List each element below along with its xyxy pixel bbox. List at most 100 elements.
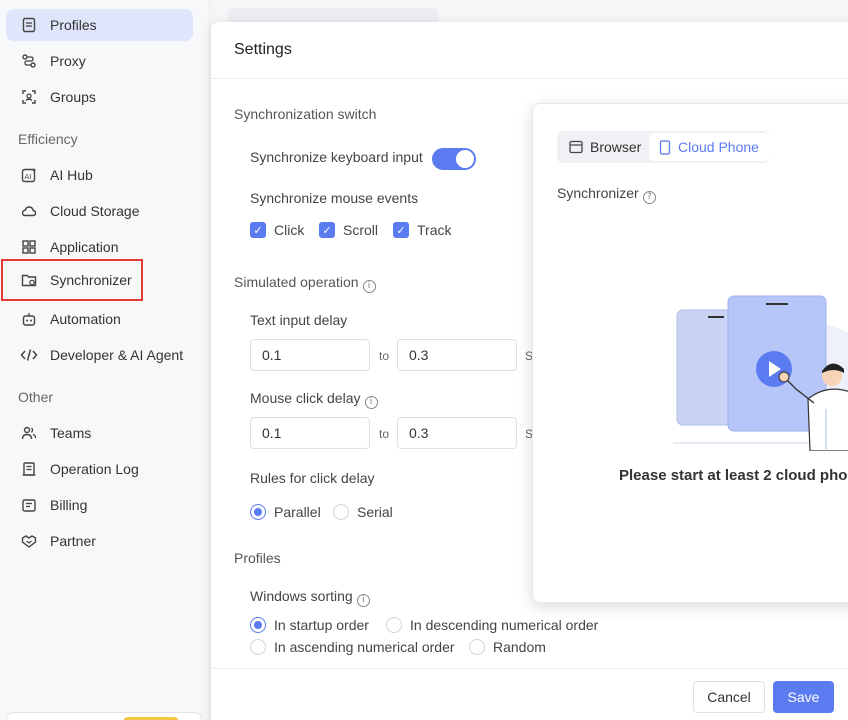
checkbox-label: Click [274, 222, 305, 238]
ai-icon: AI [20, 166, 38, 184]
section-label-other: Other [18, 389, 54, 405]
checkbox-label: Scroll [343, 222, 379, 238]
cloud-phone-illustration [673, 295, 848, 451]
sidebar-item-partner[interactable]: Partner [6, 525, 193, 557]
synchronizer-label: Synchronizer [557, 185, 639, 201]
sidebar-item-billing[interactable]: Billing [6, 489, 193, 521]
log-icon [20, 460, 38, 478]
profiles-title: Profiles [234, 550, 281, 566]
synchronizer-title: Synchronizer? [557, 185, 656, 204]
robot-icon [20, 310, 38, 328]
radio-label: In descending numerical order [410, 617, 599, 633]
radio-label: Serial [357, 504, 393, 520]
wallet-icon [20, 496, 38, 514]
sync-switch-title: Synchronization switch [234, 106, 377, 122]
click-checkbox[interactable]: ✓ Click [250, 222, 304, 238]
users-icon [20, 424, 38, 442]
text-delay-max-input[interactable]: 0.3 [397, 339, 517, 371]
sidebar-item-label: Groups [50, 89, 96, 105]
sidebar-item-label: Partner [50, 533, 96, 549]
sync-mouse-label: Synchronize mouse events [250, 190, 419, 206]
radio-dot [250, 617, 266, 633]
sidebar-item-label: Automation [50, 311, 121, 327]
sidebar-item-label: Operation Log [50, 461, 139, 477]
sort-descending-radio[interactable]: In descending numerical order [386, 617, 598, 633]
range-to-label: to [379, 427, 390, 441]
sidebar: Profiles Proxy Groups Efficiency AI AI H… [0, 0, 210, 720]
checkbox-label: Track [417, 222, 452, 238]
simulated-operation-title: Simulated operation i [234, 274, 376, 293]
windows-sorting-label: Windows sorting [250, 588, 353, 604]
checkmark-icon: ✓ [250, 222, 266, 238]
sort-startup-radio[interactable]: In startup order [250, 617, 369, 633]
sidebar-item-synchronizer[interactable]: Synchronizer [1, 259, 143, 301]
mouse-delay-min-input[interactable]: 0.1 [250, 417, 370, 449]
tab-label: Cloud Phone [678, 139, 759, 155]
sidebar-item-label: Developer & AI Agent [50, 347, 184, 363]
info-icon[interactable]: i [364, 395, 378, 409]
radio-label: In ascending numerical order [274, 639, 455, 655]
sidebar-item-proxy[interactable]: Proxy [6, 45, 193, 77]
simulated-operation-label: Simulated operation [234, 274, 359, 290]
sidebar-item-label: Synchronizer [50, 272, 132, 288]
browser-window-icon [569, 140, 583, 154]
tab-label: Browser [590, 139, 642, 155]
mouse-delay-label: Mouse click delay [250, 390, 361, 406]
windows-sorting-title: Windows sorting i [250, 588, 370, 607]
radio-dot [250, 504, 266, 520]
phone-icon [659, 139, 671, 155]
help-icon[interactable]: ? [642, 190, 656, 204]
cancel-button[interactable]: Cancel [693, 681, 765, 713]
tab-cloud-phone[interactable]: Cloud Phone [649, 133, 769, 161]
sync-keyboard-label: Synchronize keyboard input [250, 149, 423, 165]
sidebar-item-application[interactable]: Application [6, 231, 193, 263]
radio-label: Random [493, 639, 546, 655]
sort-random-radio[interactable]: Random [469, 639, 546, 655]
text-delay-label: Text input delay [250, 312, 348, 328]
preview-message: Please start at least 2 cloud pho [619, 467, 848, 484]
sidebar-item-label: Profiles [50, 17, 97, 33]
info-icon[interactable]: i [356, 593, 370, 607]
sync-keyboard-toggle[interactable] [432, 148, 476, 170]
sort-ascending-radio[interactable]: In ascending numerical order [250, 639, 455, 655]
sidebar-item-operation-log[interactable]: Operation Log [6, 453, 193, 485]
scroll-checkbox[interactable]: ✓ Scroll [319, 222, 378, 238]
parallel-radio[interactable]: Parallel [250, 504, 321, 520]
radio-label: Parallel [274, 504, 321, 520]
checkmark-icon: ✓ [393, 222, 409, 238]
sidebar-item-groups[interactable]: Groups [6, 81, 193, 113]
mouse-delay-max-input[interactable]: 0.3 [397, 417, 517, 449]
radio-dot [250, 639, 266, 655]
route-icon [20, 52, 38, 70]
sidebar-item-developer[interactable]: Developer & AI Agent [6, 339, 193, 371]
section-label-efficiency: Efficiency [18, 131, 78, 147]
text-delay-min-input[interactable]: 0.1 [250, 339, 370, 371]
handshake-icon [20, 532, 38, 550]
dialog-title: Settings [234, 41, 292, 58]
file-icon [20, 16, 38, 34]
sidebar-item-profiles[interactable]: Profiles [6, 9, 193, 41]
radio-dot [333, 504, 349, 520]
radio-dot [386, 617, 402, 633]
info-icon[interactable]: i [362, 279, 376, 293]
toggle-knob [456, 150, 474, 168]
tab-browser[interactable]: Browser [559, 133, 651, 161]
grid-icon [20, 238, 38, 256]
scan-icon [20, 88, 38, 106]
sidebar-item-ai-hub[interactable]: AI AI Hub [6, 159, 193, 191]
radio-dot [469, 639, 485, 655]
sidebar-item-cloud-storage[interactable]: Cloud Storage [6, 195, 193, 227]
sidebar-item-label: Proxy [50, 53, 86, 69]
sync-folder-icon [20, 271, 38, 289]
rules-click-delay-label: Rules for click delay [250, 470, 375, 486]
serial-radio[interactable]: Serial [333, 504, 393, 520]
radio-label: In startup order [274, 617, 369, 633]
sidebar-item-automation[interactable]: Automation [6, 303, 193, 335]
sidebar-item-label: Teams [50, 425, 92, 441]
mouse-delay-title: Mouse click delay i [250, 390, 378, 409]
sidebar-footer-card [6, 712, 202, 720]
save-button[interactable]: Save [773, 681, 834, 713]
track-checkbox[interactable]: ✓ Track [393, 222, 451, 238]
sidebar-item-teams[interactable]: Teams [6, 417, 193, 449]
cloud-icon [20, 202, 38, 220]
